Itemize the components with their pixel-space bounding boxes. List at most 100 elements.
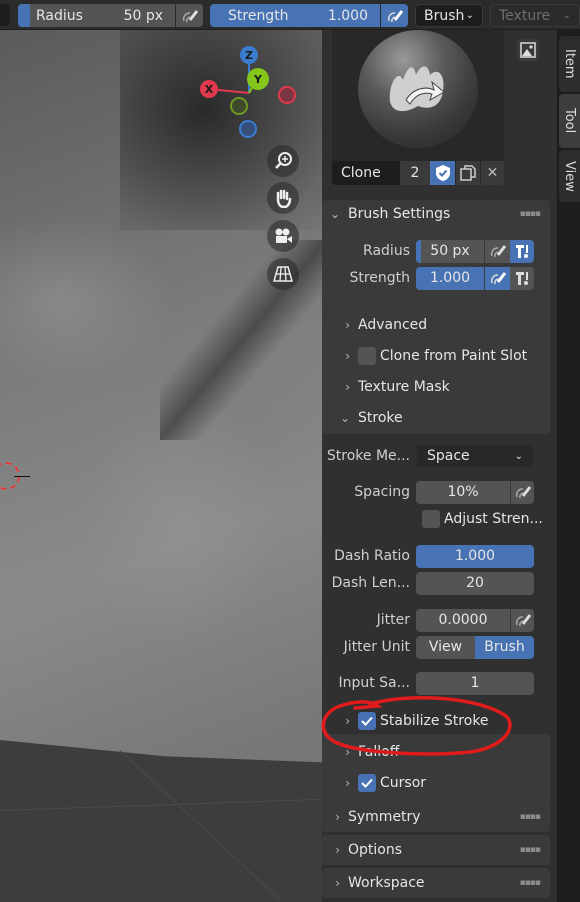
subpanel-stroke[interactable]: ⌄ Stroke (322, 404, 550, 432)
brush-settings-header[interactable]: ⌄ Brush Settings ▪▪▪▪ (322, 200, 550, 228)
stroke-method-row: Stroke Me... Space ⌄ (322, 444, 550, 468)
workspace-section[interactable]: › Workspace ▪▪▪▪ (322, 868, 550, 898)
cursor-checkbox[interactable] (358, 774, 376, 792)
tool-header: Radius 50 px Strength 1.000 Brush ⌄ Text… (0, 0, 580, 30)
drag-grip-icon[interactable]: ▪▪▪▪ (520, 845, 541, 855)
brush-image-button[interactable] (517, 39, 539, 61)
subpanel-advanced[interactable]: › Advanced (322, 311, 550, 339)
pen-pressure-icon (515, 486, 531, 499)
subpanel-texture-mask[interactable]: › Texture Mask (322, 373, 550, 401)
gizmo-y-axis[interactable]: Y (247, 68, 269, 90)
radius-field[interactable]: 50 px (416, 239, 484, 263)
chevron-right-icon: › (335, 843, 340, 857)
brush-thumbnail (358, 30, 478, 148)
fake-user-button[interactable] (430, 161, 455, 185)
drag-grip-icon[interactable]: ▪▪▪▪ (520, 812, 541, 822)
chevron-right-icon: › (345, 349, 350, 363)
pressure-toggle-button[interactable] (380, 4, 408, 27)
shield-check-icon (435, 165, 450, 181)
pan-hand-icon (276, 189, 292, 208)
unlink-brush-button[interactable]: ✕ (480, 161, 504, 185)
header-strength-field[interactable]: Strength 1.000 (210, 4, 408, 27)
gizmo-x-axis[interactable]: X (200, 80, 218, 98)
pressure-toggle-button[interactable] (175, 4, 203, 27)
radius-pressure-button[interactable] (484, 239, 510, 263)
spacing-pressure-button[interactable] (510, 480, 534, 504)
perspective-toggle-button[interactable] (267, 258, 299, 290)
adjust-strength-row[interactable]: Adjust Stren... (322, 507, 550, 531)
brush-scene-unit-icon (516, 272, 528, 285)
chevron-right-icon: › (345, 776, 350, 790)
checkmark-icon (361, 778, 373, 788)
sidebar-tabs: Item Tool View (557, 30, 580, 902)
strength-unit-toggle[interactable] (510, 266, 534, 290)
radius-row: Radius 50 px (322, 239, 550, 263)
stabilize-stroke-checkbox[interactable] (358, 712, 376, 730)
gizmo-z-axis[interactable]: Z (240, 46, 258, 64)
radius-fill (416, 239, 421, 263)
tab-view[interactable]: View (559, 150, 580, 202)
texture-dropdown[interactable]: Texture ⌄ (490, 4, 580, 27)
pen-pressure-icon (490, 272, 506, 285)
subpanel-falloff[interactable]: › Falloff (322, 738, 550, 766)
strength-field[interactable]: 1.000 (416, 266, 484, 290)
subpanel-cursor[interactable]: › Cursor (322, 769, 550, 797)
chevron-right-icon: › (345, 714, 350, 728)
options-section[interactable]: › Options ▪▪▪▪ (322, 835, 550, 865)
spacing-row: Spacing 10% (322, 480, 550, 504)
perspective-grid-icon (273, 266, 293, 282)
chevron-down-icon: ⌄ (562, 10, 571, 21)
gizmo-neg-x-axis[interactable] (278, 86, 296, 104)
chevron-down-icon: ⌄ (514, 450, 523, 462)
image-icon (520, 42, 536, 58)
brush-datablock-bar: Clone 2 ✕ (332, 161, 504, 185)
tab-tool[interactable]: Tool (559, 94, 580, 148)
pen-pressure-icon (387, 9, 403, 22)
chevron-right-icon: › (345, 745, 350, 759)
jitter-field[interactable]: 0.0000 (416, 608, 510, 632)
zoom-button[interactable] (267, 145, 299, 177)
jitter-unit-view[interactable]: View (416, 635, 475, 659)
gizmo-neg-y-axis[interactable] (230, 97, 248, 115)
duplicate-brush-button[interactable] (455, 161, 480, 185)
jitter-unit-brush[interactable]: Brush (475, 635, 534, 659)
gizmo-neg-z-axis[interactable] (239, 120, 257, 138)
brush-users-count[interactable]: 2 (400, 161, 430, 185)
input-samples-field[interactable]: 1 (416, 671, 534, 695)
chevron-down-icon: ⌄ (329, 207, 340, 221)
clone-brush-icon (389, 66, 445, 112)
tab-item[interactable]: Item (559, 36, 580, 92)
navigation-gizmo[interactable]: Z X Y (195, 40, 305, 150)
subpanel-stabilize-stroke[interactable]: › Stabilize Stroke (322, 707, 550, 735)
brush-name-field[interactable]: Clone (332, 161, 400, 185)
jitter-row: Jitter 0.0000 (322, 608, 550, 632)
tool-properties-panel: Clone 2 ✕ ⌄ Brush Settings ▪▪▪▪ Radius 5… (322, 30, 557, 902)
dash-length-field[interactable]: 20 (416, 571, 534, 595)
dash-length-row: Dash Len... 20 (322, 571, 550, 595)
sculpt-surface-fold (160, 240, 340, 440)
stroke-method-dropdown[interactable]: Space ⌄ (416, 444, 534, 468)
dash-ratio-field[interactable]: 1.000 (416, 544, 534, 568)
viewport-floor-grid (0, 740, 330, 902)
camera-view-button[interactable] (267, 220, 299, 252)
symmetry-section[interactable]: › Symmetry ▪▪▪▪ (322, 802, 550, 832)
pan-button[interactable] (267, 182, 299, 214)
jitter-pressure-button[interactable] (510, 608, 534, 632)
header-radius-field[interactable]: Radius 50 px (18, 4, 203, 27)
spacing-field[interactable]: 10% (416, 480, 510, 504)
pen-pressure-icon (490, 245, 506, 258)
brush-dropdown[interactable]: Brush ⌄ (415, 4, 483, 27)
pen-pressure-icon (182, 9, 198, 22)
strength-row: Strength 1.000 (322, 266, 550, 290)
radius-unit-toggle[interactable] (510, 239, 534, 263)
checkmark-icon (361, 716, 373, 726)
adjust-strength-checkbox[interactable] (422, 510, 440, 528)
subpanel-clone-from-paint-slot[interactable]: › Clone from Paint Slot (322, 342, 550, 370)
input-samples-row: Input Sa... 1 (322, 671, 550, 695)
drag-grip-icon[interactable]: ▪▪▪▪ (520, 209, 541, 219)
duplicate-icon (460, 165, 476, 181)
chevron-right-icon: › (335, 810, 340, 824)
strength-pressure-button[interactable] (484, 266, 510, 290)
drag-grip-icon[interactable]: ▪▪▪▪ (520, 878, 541, 888)
clone-from-paint-slot-checkbox[interactable] (358, 347, 376, 365)
